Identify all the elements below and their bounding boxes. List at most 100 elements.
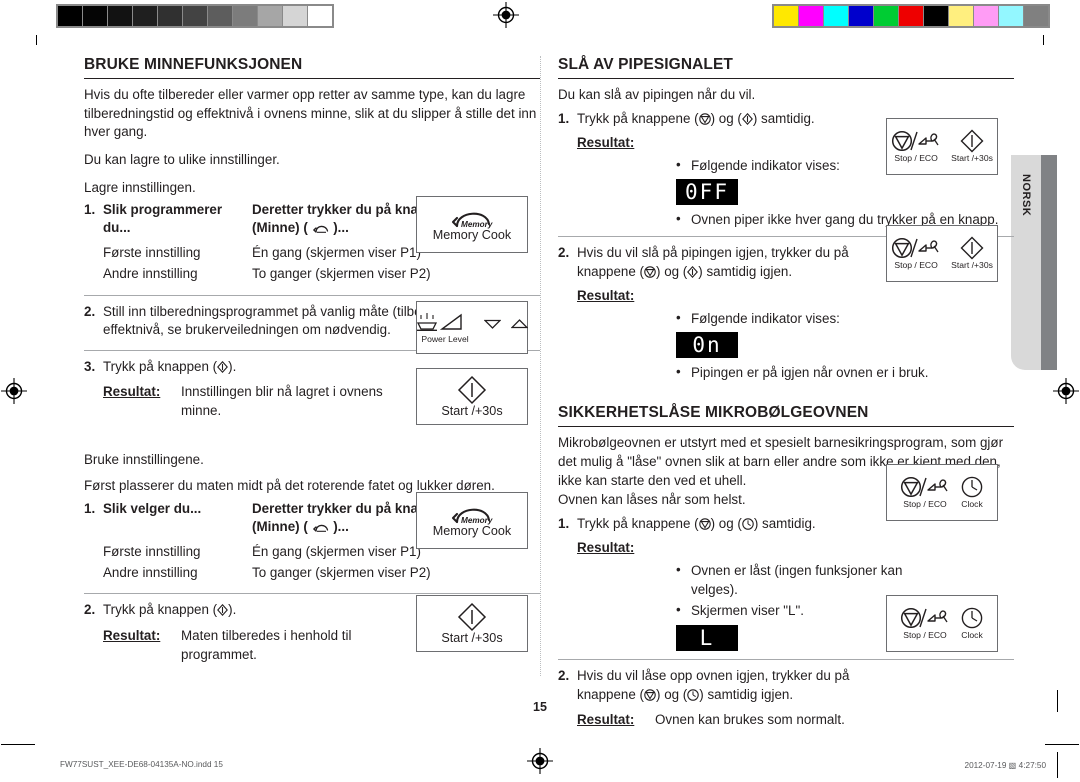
panel-start-1[interactable]: Start /+30s bbox=[416, 368, 528, 425]
beep-step2-bullet-2: Pipingen er på igjen når ovnen er i bruk… bbox=[676, 363, 1014, 383]
stop-eco-key-3[interactable]: Stop / ECO bbox=[900, 475, 950, 509]
panel-start-caption-1: Start /+30s bbox=[951, 153, 993, 164]
panel-stop-clock-2[interactable]: Stop / ECO Clock bbox=[886, 595, 998, 652]
panel-stop-eco-caption-1: Stop / ECO bbox=[894, 153, 938, 164]
beep-step1-result-label: Resultat: bbox=[577, 135, 635, 151]
trim-mark-top-left bbox=[36, 35, 37, 45]
panel-stop-clock-1[interactable]: Stop / ECO Clock bbox=[886, 464, 998, 521]
store-step1-row-2: Andre innstilling To ganger (skjermen vi… bbox=[84, 262, 540, 283]
panel-stop-start-2[interactable]: Stop / ECO Start /+30s bbox=[886, 225, 998, 282]
registration-mark-left bbox=[1, 378, 27, 404]
store-step3-result-text: Innstillingen blir nå lagret i ovnens mi… bbox=[181, 384, 383, 418]
panel-start-2[interactable]: Start /+30s bbox=[416, 595, 528, 652]
beep-step2-bullets-a: Følgende indikator vises: bbox=[558, 309, 1014, 329]
memory-intro-paragraph-2: Du kan lagre to ulike innstillinger. bbox=[84, 151, 280, 167]
memory-icon-1: Memory bbox=[451, 212, 493, 229]
section-title-memory: BRUKE MINNEFUNKSJONEN bbox=[84, 56, 540, 79]
store-step1-row1-label: Første innstilling bbox=[103, 245, 201, 261]
page-number: 15 bbox=[533, 700, 547, 714]
store-settings-heading: Lagre innstillingen. bbox=[84, 179, 196, 195]
panel-stop-eco-caption-2: Stop / ECO bbox=[894, 260, 938, 271]
chevron-up-icon[interactable] bbox=[511, 319, 528, 329]
manual-page: NORSK BRUKE MINNEFUNKSJONEN Hvis du ofte… bbox=[0, 0, 1080, 782]
color-calibration-bar bbox=[772, 4, 1050, 28]
start-key-2[interactable]: Start /+30s bbox=[951, 236, 993, 270]
memory-intro-paragraph-1: Hvis du ofte tilbereder eller varmer opp… bbox=[84, 87, 537, 140]
beep-on-lcd-wrap: 0n bbox=[558, 331, 1014, 358]
store-step2-number: 2. bbox=[84, 303, 96, 319]
registration-mark-right bbox=[1053, 378, 1079, 404]
use-step2-result-text: Maten tilberedes i henhold til programme… bbox=[181, 627, 352, 662]
beep-step2-number: 2. bbox=[558, 245, 570, 261]
section-title-beep: SLÅ AV PIPESIGNALET bbox=[558, 56, 1014, 79]
start-icon-4 bbox=[960, 236, 984, 260]
panel-power-level-caption: Power Level bbox=[421, 333, 469, 344]
rule-after-step1 bbox=[84, 294, 540, 296]
trim-mark-top-right bbox=[1043, 35, 1044, 45]
section-title-lock: SIKKERHETSLÅSE MIKROBØLGEOVNEN bbox=[558, 404, 1014, 428]
calibration-swatch-4 bbox=[158, 6, 182, 26]
use-step1-row2-label: Andre innstilling bbox=[103, 565, 198, 581]
power-level-key[interactable]: Power Level bbox=[416, 311, 474, 344]
lock-step1-number: 1. bbox=[558, 515, 570, 531]
language-tab-spine bbox=[1041, 155, 1057, 370]
stop-eco-key-1[interactable]: Stop / ECO bbox=[891, 129, 941, 163]
use-step1-col1-header: Slik velger du... bbox=[103, 500, 202, 516]
beep-off-lcd-wrap: 0FF bbox=[558, 178, 1014, 205]
calibration-swatch-0 bbox=[58, 6, 82, 26]
trim-mark-right-vert-2 bbox=[1057, 752, 1058, 778]
registration-mark-bottom bbox=[527, 748, 553, 774]
lcd-indicator-off: 0FF bbox=[676, 178, 738, 205]
panel-memory-cook-2[interactable]: Memory Memory Cook bbox=[416, 492, 528, 549]
calibration-swatch-1 bbox=[799, 6, 823, 26]
panel-start-caption-2: Start /+30s bbox=[951, 260, 993, 271]
use-step1-row1-label: Første innstilling bbox=[103, 544, 201, 560]
grayscale-calibration-bar bbox=[56, 4, 334, 28]
calibration-swatch-3 bbox=[133, 6, 157, 26]
calibration-swatch-10 bbox=[308, 6, 332, 26]
calibration-swatch-6 bbox=[208, 6, 232, 26]
stop-eco-icon-3 bbox=[900, 477, 948, 498]
start-inline-icon-3 bbox=[741, 112, 753, 131]
panel-stop-eco-caption-3: Stop / ECO bbox=[903, 499, 947, 510]
use-settings-heading: Bruke innstillingene. bbox=[84, 451, 204, 467]
use-step2-result-label: Resultat: bbox=[103, 627, 161, 643]
lock-step1-result: Resultat: bbox=[558, 539, 1014, 558]
calibration-swatch-5 bbox=[899, 6, 923, 26]
calibration-swatch-8 bbox=[974, 6, 998, 26]
panel-memory-cook-1[interactable]: Memory Memory Cook bbox=[416, 196, 528, 253]
lock-step1-bullet-1: Ovnen er låst (ingen funksjoner kan velg… bbox=[676, 561, 906, 599]
left-column: BRUKE MINNEFUNKSJONEN Hvis du ofte tilbe… bbox=[84, 56, 540, 664]
stop-eco-icon-1 bbox=[892, 131, 939, 152]
panel-start-2-caption: Start /+30s bbox=[441, 630, 503, 645]
panel-power-level[interactable]: Power Level bbox=[416, 301, 528, 354]
trim-mark-bottom-right bbox=[1045, 744, 1079, 745]
start-key-1[interactable]: Start /+30s bbox=[951, 129, 993, 163]
memory-inline-icon bbox=[312, 520, 330, 538]
panel-memory-cook-1-caption: Memory Cook bbox=[432, 228, 512, 243]
clock-inline-icon-1 bbox=[742, 517, 754, 536]
calibration-swatch-10 bbox=[1024, 6, 1048, 26]
clock-key-1[interactable]: Clock bbox=[960, 475, 984, 509]
start-inline-icon-4 bbox=[687, 265, 699, 284]
calibration-swatch-9 bbox=[999, 6, 1023, 26]
store-step1-row2-label: Andre innstilling bbox=[103, 266, 198, 282]
memory-inline-icon bbox=[312, 221, 330, 239]
stop-eco-key-2[interactable]: Stop / ECO bbox=[891, 236, 941, 270]
use-step1-row2-value: To ganger (skjermen viser P2) bbox=[252, 565, 431, 581]
calibration-swatch-7 bbox=[949, 6, 973, 26]
calibration-swatch-2 bbox=[824, 6, 848, 26]
clock-icon-2 bbox=[961, 607, 983, 629]
panel-stop-start-1[interactable]: Stop / ECO Start /+30s bbox=[886, 118, 998, 175]
trim-mark-bottom-left bbox=[1, 744, 35, 745]
stop-eco-key-4[interactable]: Stop / ECO bbox=[900, 606, 950, 640]
chevron-down-icon[interactable] bbox=[484, 319, 501, 329]
beep-step1-number: 1. bbox=[558, 110, 570, 126]
start-inline-icon bbox=[217, 360, 229, 379]
clock-key-2[interactable]: Clock bbox=[960, 606, 984, 640]
beep-step2-result-label: Resultat: bbox=[577, 288, 635, 304]
calibration-swatch-2 bbox=[108, 6, 132, 26]
memory-icon-2: Memory bbox=[451, 508, 493, 525]
calibration-swatch-8 bbox=[258, 6, 282, 26]
stop-inline-icon-1 bbox=[698, 112, 711, 131]
